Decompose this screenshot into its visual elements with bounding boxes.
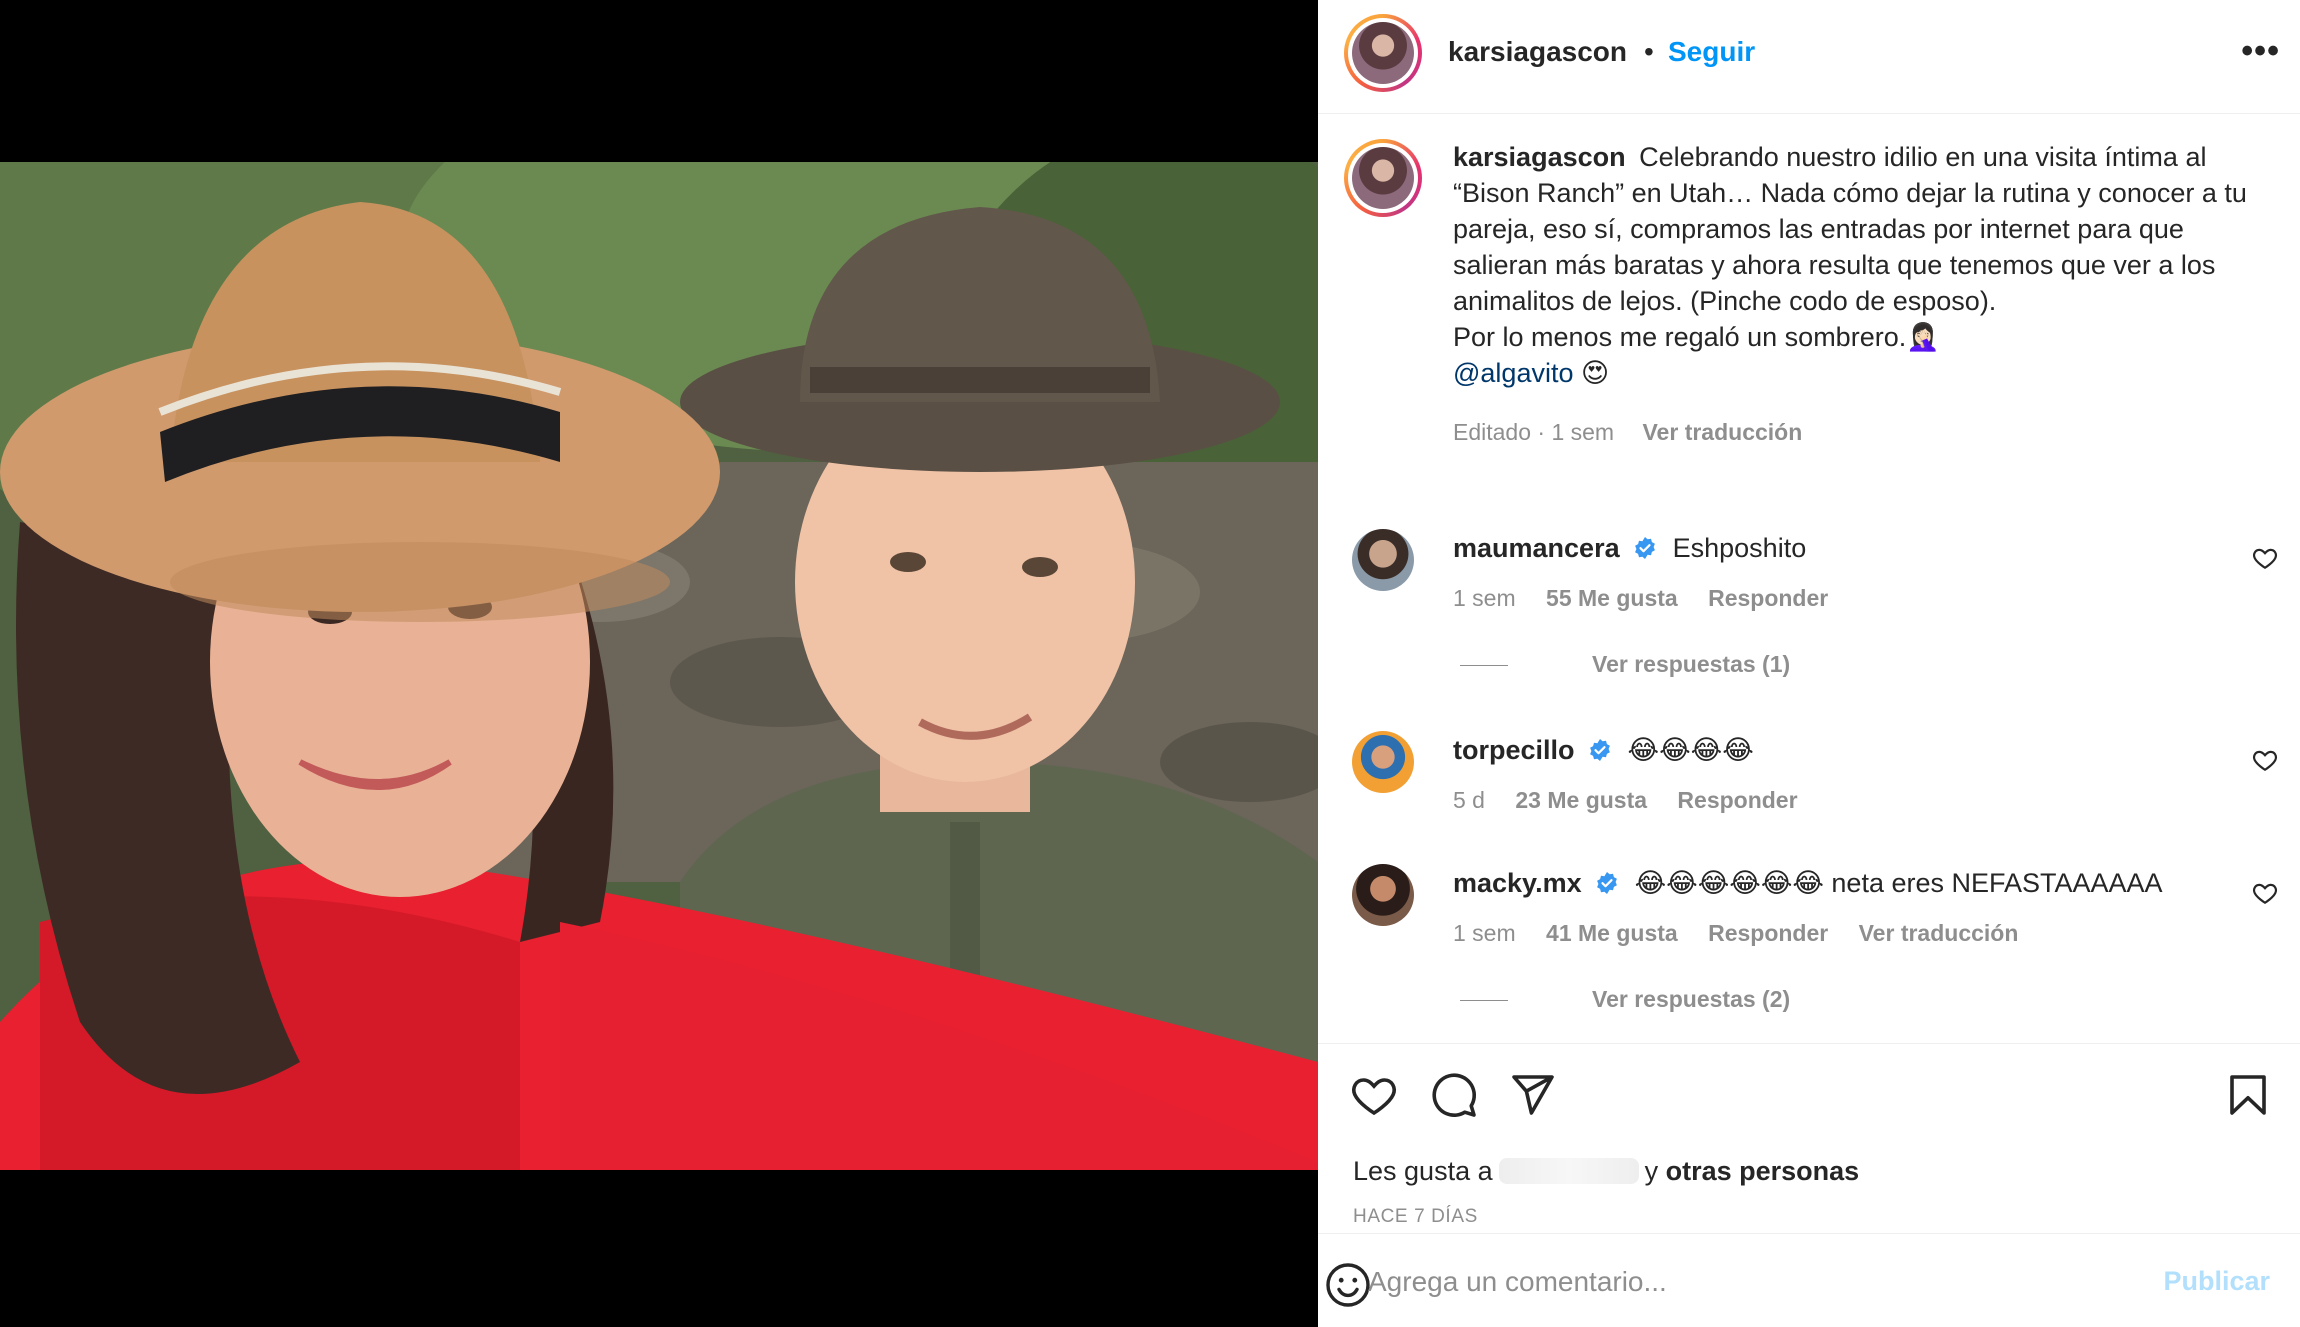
commenter-avatar[interactable] [1352, 731, 1414, 793]
comment-text-row: maumancera Eshposhito [1453, 533, 1806, 564]
bookmark-icon[interactable] [2224, 1071, 2272, 1119]
verified-badge-icon [1597, 872, 1618, 894]
comment-like-count[interactable]: 41 Me gusta [1546, 920, 1678, 946]
caption-translate-link[interactable]: Ver traducción [1642, 419, 1802, 445]
comment-body: Eshposhito [1672, 533, 1807, 563]
commenter-username[interactable]: maumancera [1453, 533, 1620, 563]
commenter-avatar[interactable] [1352, 529, 1414, 591]
comment-time: 5 d [1453, 787, 1485, 813]
comment-time: 1 sem [1453, 920, 1516, 946]
comment-text-row: macky.mx 😂😂😂😂😂😂 neta eres NEFASTAAAAAA [1453, 868, 2163, 899]
more-options-icon[interactable]: ••• [2241, 32, 2280, 71]
comment-like-count[interactable]: 23 Me gusta [1515, 787, 1647, 813]
caption-author-avatar[interactable] [1344, 139, 1422, 217]
replies-divider-line [1460, 665, 1508, 667]
view-replies-label: Ver respuestas (2) [1592, 986, 1791, 1012]
caption-line-2: Por lo menos me regaló un sombrero.🤦🏻‍♀️ [1453, 322, 1940, 352]
view-replies-button[interactable]: Ver respuestas (2) [1460, 986, 1790, 1013]
post-date: HACE 7 DÍAS [1353, 1206, 1478, 1227]
caption-meta: Editado · 1 sem Ver traducción [1453, 419, 1802, 446]
paper-plane-icon[interactable] [1508, 1071, 1556, 1119]
speech-bubble-icon[interactable] [1430, 1071, 1478, 1119]
comment-item: maumancera Eshposhito 1 sem 55 Me gusta … [1318, 529, 2300, 649]
comment-meta: 1 sem 41 Me gusta Responder Ver traducci… [1453, 920, 2042, 947]
comment-heart-icon[interactable] [2252, 880, 2278, 906]
post-detail-panel: karsiagascon • Seguir ••• karsiagascon C… [1318, 0, 2300, 1327]
comment-reply-button[interactable]: Responder [1708, 920, 1828, 946]
comment-composer: Publicar [1318, 1233, 2300, 1327]
caption-mention-emoji: 😍 [1581, 358, 1610, 388]
post-media-viewer [0, 0, 1318, 1327]
follow-button[interactable]: Seguir [1668, 36, 1755, 68]
header-separator: • [1644, 36, 1654, 67]
commenter-username[interactable]: torpecillo [1453, 735, 1575, 765]
caption-mention[interactable]: @algavito [1453, 358, 1573, 388]
view-replies-button[interactable]: Ver respuestas (1) [1460, 651, 1790, 678]
comment-meta: 1 sem 55 Me gusta Responder [1453, 585, 1852, 612]
comment-translate-link[interactable]: Ver traducción [1859, 920, 2019, 946]
caption-edited-time: Editado · 1 sem [1453, 419, 1615, 445]
verified-badge-icon [1590, 739, 1610, 761]
comment-text-row: torpecillo 😂😂😂😂 [1453, 735, 1754, 766]
commenter-avatar[interactable] [1352, 864, 1414, 926]
heart-outline-icon[interactable] [1350, 1071, 1398, 1119]
caption-text: karsiagascon Celebrando nuestro idilio e… [1453, 139, 2273, 391]
replies-divider-line [1460, 1000, 1508, 1002]
publish-button[interactable]: Publicar [2163, 1266, 2270, 1297]
comment-meta: 5 d 23 Me gusta Responder [1453, 787, 1822, 814]
comment-body: 😂😂😂😂 [1627, 735, 1754, 765]
likes-suffix: y [1644, 1156, 1659, 1186]
post-photo[interactable] [0, 162, 1318, 1170]
author-avatar[interactable] [1344, 14, 1422, 92]
view-replies-label: Ver respuestas (1) [1592, 651, 1791, 677]
likes-summary: Les gusta a y otras personas [1353, 1156, 1859, 1187]
post-header: karsiagascon • Seguir ••• [1318, 0, 2300, 114]
likes-prefix: Les gusta a [1353, 1156, 1493, 1186]
comment-time: 1 sem [1453, 585, 1516, 611]
photo-illustration [0, 162, 1318, 1170]
smiley-icon[interactable] [1324, 1261, 1372, 1309]
commenter-username[interactable]: macky.mx [1453, 868, 1582, 898]
comment-reply-button[interactable]: Responder [1708, 585, 1828, 611]
comments-list[interactable]: karsiagascon Celebrando nuestro idilio e… [1318, 115, 2300, 1043]
likes-others-link[interactable]: otras personas [1666, 1156, 1860, 1186]
comment-heart-icon[interactable] [2252, 545, 2278, 571]
caption-author-username[interactable]: karsiagascon [1453, 142, 1626, 172]
comment-reply-button[interactable]: Responder [1677, 787, 1797, 813]
comment-body: 😂😂😂😂😂😂 neta eres NEFASTAAAAAA [1634, 868, 2163, 898]
comment-item: macky.mx 😂😂😂😂😂😂 neta eres NEFASTAAAAAA 1… [1318, 864, 2300, 984]
comment-item: torpecillo 😂😂😂😂 5 d 23 Me gusta Responde… [1318, 731, 2300, 851]
verified-badge-icon [1635, 537, 1656, 559]
comment-like-count[interactable]: 55 Me gusta [1546, 585, 1678, 611]
comment-heart-icon[interactable] [2252, 747, 2278, 773]
comment-input[interactable] [1368, 1256, 2008, 1308]
liker-name-redacted [1498, 1158, 1639, 1184]
author-username[interactable]: karsiagascon [1448, 36, 1627, 68]
post-actions: Les gusta a y otras personas [1318, 1043, 2300, 1233]
